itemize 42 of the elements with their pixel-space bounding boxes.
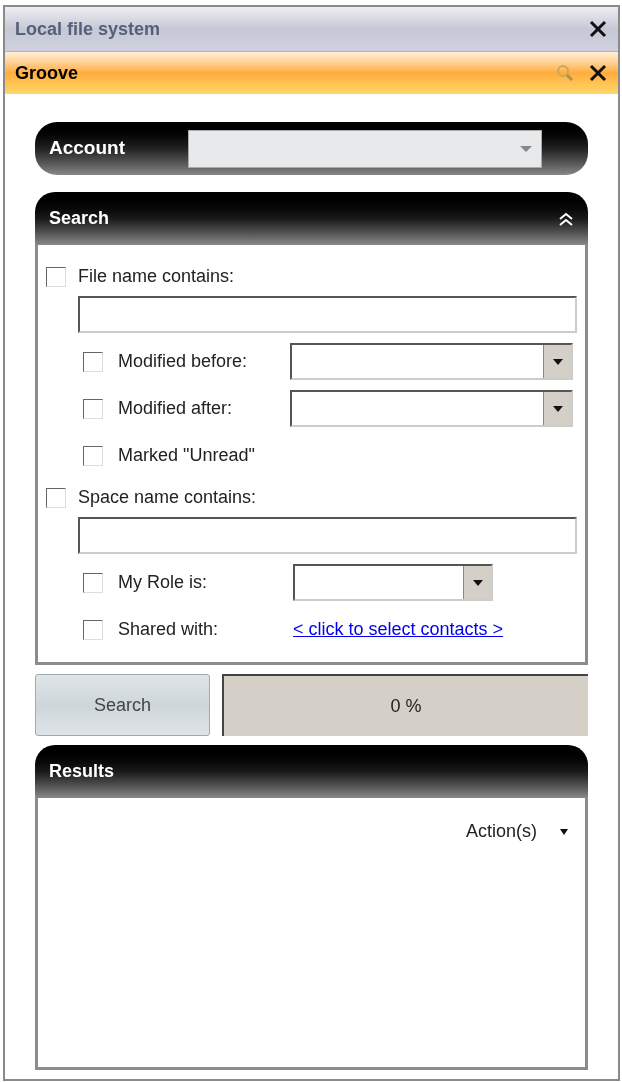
criterion-label: Shared with:	[118, 618, 220, 641]
close-icon[interactable]	[588, 63, 608, 83]
caret-icon	[559, 828, 569, 835]
checkbox[interactable]	[83, 619, 103, 640]
criterion-label: Modified before:	[118, 350, 249, 373]
text-field[interactable]	[78, 296, 577, 333]
caret-icon	[471, 578, 484, 587]
checkbox[interactable]	[46, 266, 66, 287]
close-icon[interactable]	[588, 19, 608, 39]
actions-menu[interactable]: Action(s)	[466, 818, 569, 845]
panel-title: Results	[49, 760, 115, 783]
criterion-label: Space name contains:	[78, 486, 257, 509]
search-button[interactable]: Search	[35, 674, 210, 736]
date-dropdown[interactable]	[290, 343, 573, 380]
caret-icon	[551, 404, 564, 413]
date-dropdown[interactable]	[290, 390, 573, 427]
criterion-label: My Role is:	[118, 571, 208, 594]
checkbox[interactable]	[83, 572, 103, 593]
progress-reading: 0 %	[390, 694, 422, 718]
account-dropdown[interactable]	[188, 129, 542, 168]
dropdown-button[interactable]	[463, 566, 491, 599]
caret-icon	[551, 357, 564, 366]
text-field[interactable]	[78, 517, 577, 554]
caret-icon	[519, 144, 533, 153]
pane-header[interactable]: Groove	[5, 51, 618, 94]
checkbox[interactable]	[83, 351, 103, 372]
collapse-icon[interactable]	[558, 210, 574, 227]
checkbox[interactable]	[83, 398, 103, 419]
panel-title: Search	[49, 207, 111, 230]
dropdown-button[interactable]	[543, 392, 571, 425]
pane-title: Groove	[15, 61, 80, 85]
account-label: Account	[49, 136, 126, 161]
criterion-label: Marked "Unread"	[118, 444, 255, 467]
criterion-label: File name contains:	[78, 265, 235, 288]
contacts-link[interactable]: < click to select contacts >	[293, 616, 504, 643]
date-dropdown[interactable]	[293, 564, 493, 601]
dropdown-button[interactable]	[543, 345, 571, 378]
pane-title: Local file system	[15, 17, 162, 41]
criterion-label: Modified after:	[118, 397, 234, 420]
checkbox[interactable]	[83, 445, 103, 466]
checkbox[interactable]	[46, 487, 66, 508]
pane-header[interactable]: Local file system	[5, 7, 618, 51]
